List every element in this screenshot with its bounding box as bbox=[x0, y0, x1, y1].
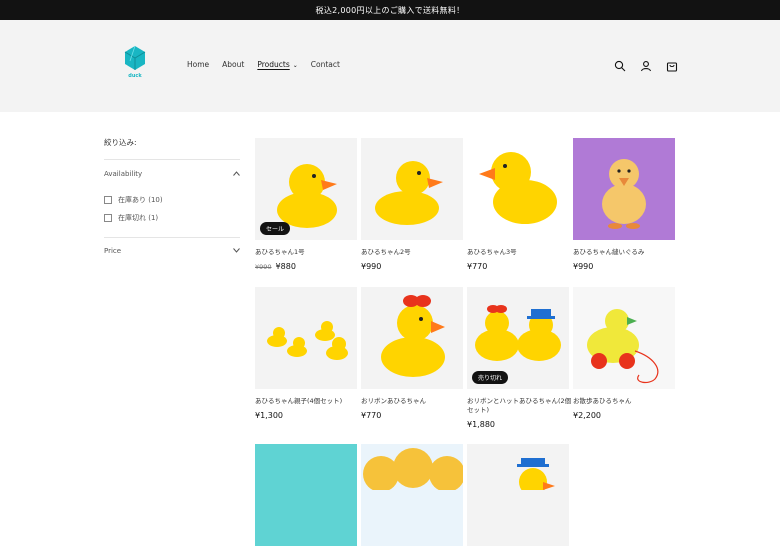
availability-facet-toggle[interactable]: Availability bbox=[104, 169, 240, 179]
out-of-stock-checkbox[interactable] bbox=[104, 214, 112, 222]
product-name[interactable]: あひるちゃん縫いぐるみ bbox=[573, 248, 679, 257]
product-price: ¥990 bbox=[573, 262, 594, 271]
duck-family-image bbox=[267, 321, 348, 360]
cart-icon bbox=[666, 62, 678, 72]
product-price: ¥990 ¥880 bbox=[255, 262, 296, 271]
product-image[interactable] bbox=[361, 444, 463, 546]
product-image[interactable] bbox=[467, 444, 569, 546]
chevron-down-icon bbox=[233, 247, 240, 255]
product-image[interactable] bbox=[573, 287, 675, 389]
product-image[interactable] bbox=[361, 287, 463, 389]
product-image[interactable] bbox=[255, 287, 357, 389]
announcement-text: 税込2,000円以上のご購入で送料無料！ bbox=[315, 5, 465, 15]
product-name[interactable]: あひるちゃん2号 bbox=[361, 248, 467, 257]
rubber-duck-image bbox=[479, 152, 557, 224]
filter-sidebar: 絞り込み: Availability 在庫あり (10) 在庫切れ (1) Pr… bbox=[104, 137, 240, 256]
nav-home[interactable]: Home bbox=[187, 60, 209, 69]
product-name[interactable]: あひるちゃん3号 bbox=[467, 248, 573, 257]
product-price: ¥1,880 bbox=[467, 420, 495, 429]
product-image[interactable] bbox=[573, 138, 675, 240]
original-price: ¥990 bbox=[255, 263, 272, 271]
price-label: Price bbox=[104, 247, 122, 255]
product-name[interactable]: お散歩あひるちゃん bbox=[573, 397, 679, 406]
logo-text: duck bbox=[128, 73, 142, 79]
nav-about[interactable]: About bbox=[222, 60, 244, 69]
search-button[interactable] bbox=[612, 58, 628, 74]
pull-toy-duck-image bbox=[587, 309, 659, 384]
nav-contact[interactable]: Contact bbox=[311, 60, 340, 69]
product-image[interactable]: セール bbox=[255, 138, 357, 240]
availability-options: 在庫あり (10) 在庫切れ (1) bbox=[104, 191, 240, 227]
product-image[interactable] bbox=[255, 444, 357, 546]
product-price: ¥770 bbox=[361, 411, 382, 420]
divider bbox=[104, 159, 240, 160]
announcement-bar: 税込2,000円以上のご購入で送料無料！ bbox=[0, 0, 780, 20]
duck-plush-image bbox=[602, 159, 646, 229]
filter-title: 絞り込み: bbox=[104, 138, 137, 147]
ribbon-duck-image bbox=[381, 295, 445, 377]
in-stock-option[interactable]: 在庫あり (10) bbox=[104, 191, 240, 209]
in-stock-label: 在庫あり (10) bbox=[118, 196, 163, 204]
in-stock-checkbox[interactable] bbox=[104, 196, 112, 204]
availability-label: Availability bbox=[104, 170, 143, 178]
price-facet-toggle[interactable]: Price bbox=[104, 246, 240, 256]
rubber-duck-image bbox=[375, 161, 443, 225]
out-of-stock-label: 在庫切れ (1) bbox=[118, 214, 159, 222]
product-price: ¥1,300 bbox=[255, 411, 283, 420]
sold-out-badge: 売り切れ bbox=[472, 371, 509, 384]
product-price: ¥990 bbox=[361, 262, 382, 271]
search-icon bbox=[614, 60, 626, 72]
nav-products[interactable]: Products ⌄ bbox=[257, 60, 297, 69]
account-button[interactable] bbox=[638, 58, 654, 74]
account-icon bbox=[640, 61, 652, 72]
divider bbox=[104, 237, 240, 238]
product-image[interactable] bbox=[361, 138, 463, 240]
site-header: duck Home About Products ⌄ Contact bbox=[0, 20, 780, 112]
product-price: ¥770 bbox=[467, 262, 488, 271]
chevron-up-icon bbox=[233, 170, 240, 178]
chevron-down-icon: ⌄ bbox=[292, 62, 298, 69]
store-logo[interactable]: duck bbox=[120, 44, 150, 84]
product-price: ¥2,200 bbox=[573, 411, 601, 420]
product-name[interactable]: おリボンあひるちゃん bbox=[361, 397, 467, 406]
product-image[interactable] bbox=[467, 138, 569, 240]
product-name[interactable]: おリボンとハットあひるちゃん(2個セット) bbox=[467, 397, 573, 415]
product-image[interactable]: 売り切れ bbox=[467, 287, 569, 389]
product-name[interactable]: あひるちゃん1号 bbox=[255, 248, 361, 257]
header-icons bbox=[612, 58, 680, 74]
nav-products-label: Products bbox=[257, 60, 290, 69]
main-nav: Home About Products ⌄ Contact bbox=[187, 60, 340, 69]
product-name[interactable]: あひるちゃん親子(4個セット) bbox=[255, 397, 361, 406]
out-of-stock-option[interactable]: 在庫切れ (1) bbox=[104, 209, 240, 227]
sailor-hat-duck-image bbox=[517, 458, 555, 496]
logo-icon bbox=[124, 45, 146, 70]
cart-button[interactable] bbox=[664, 58, 680, 74]
sale-badge: セール bbox=[260, 222, 291, 235]
sale-price: ¥880 bbox=[275, 262, 296, 271]
crochet-duck-image bbox=[363, 448, 463, 492]
